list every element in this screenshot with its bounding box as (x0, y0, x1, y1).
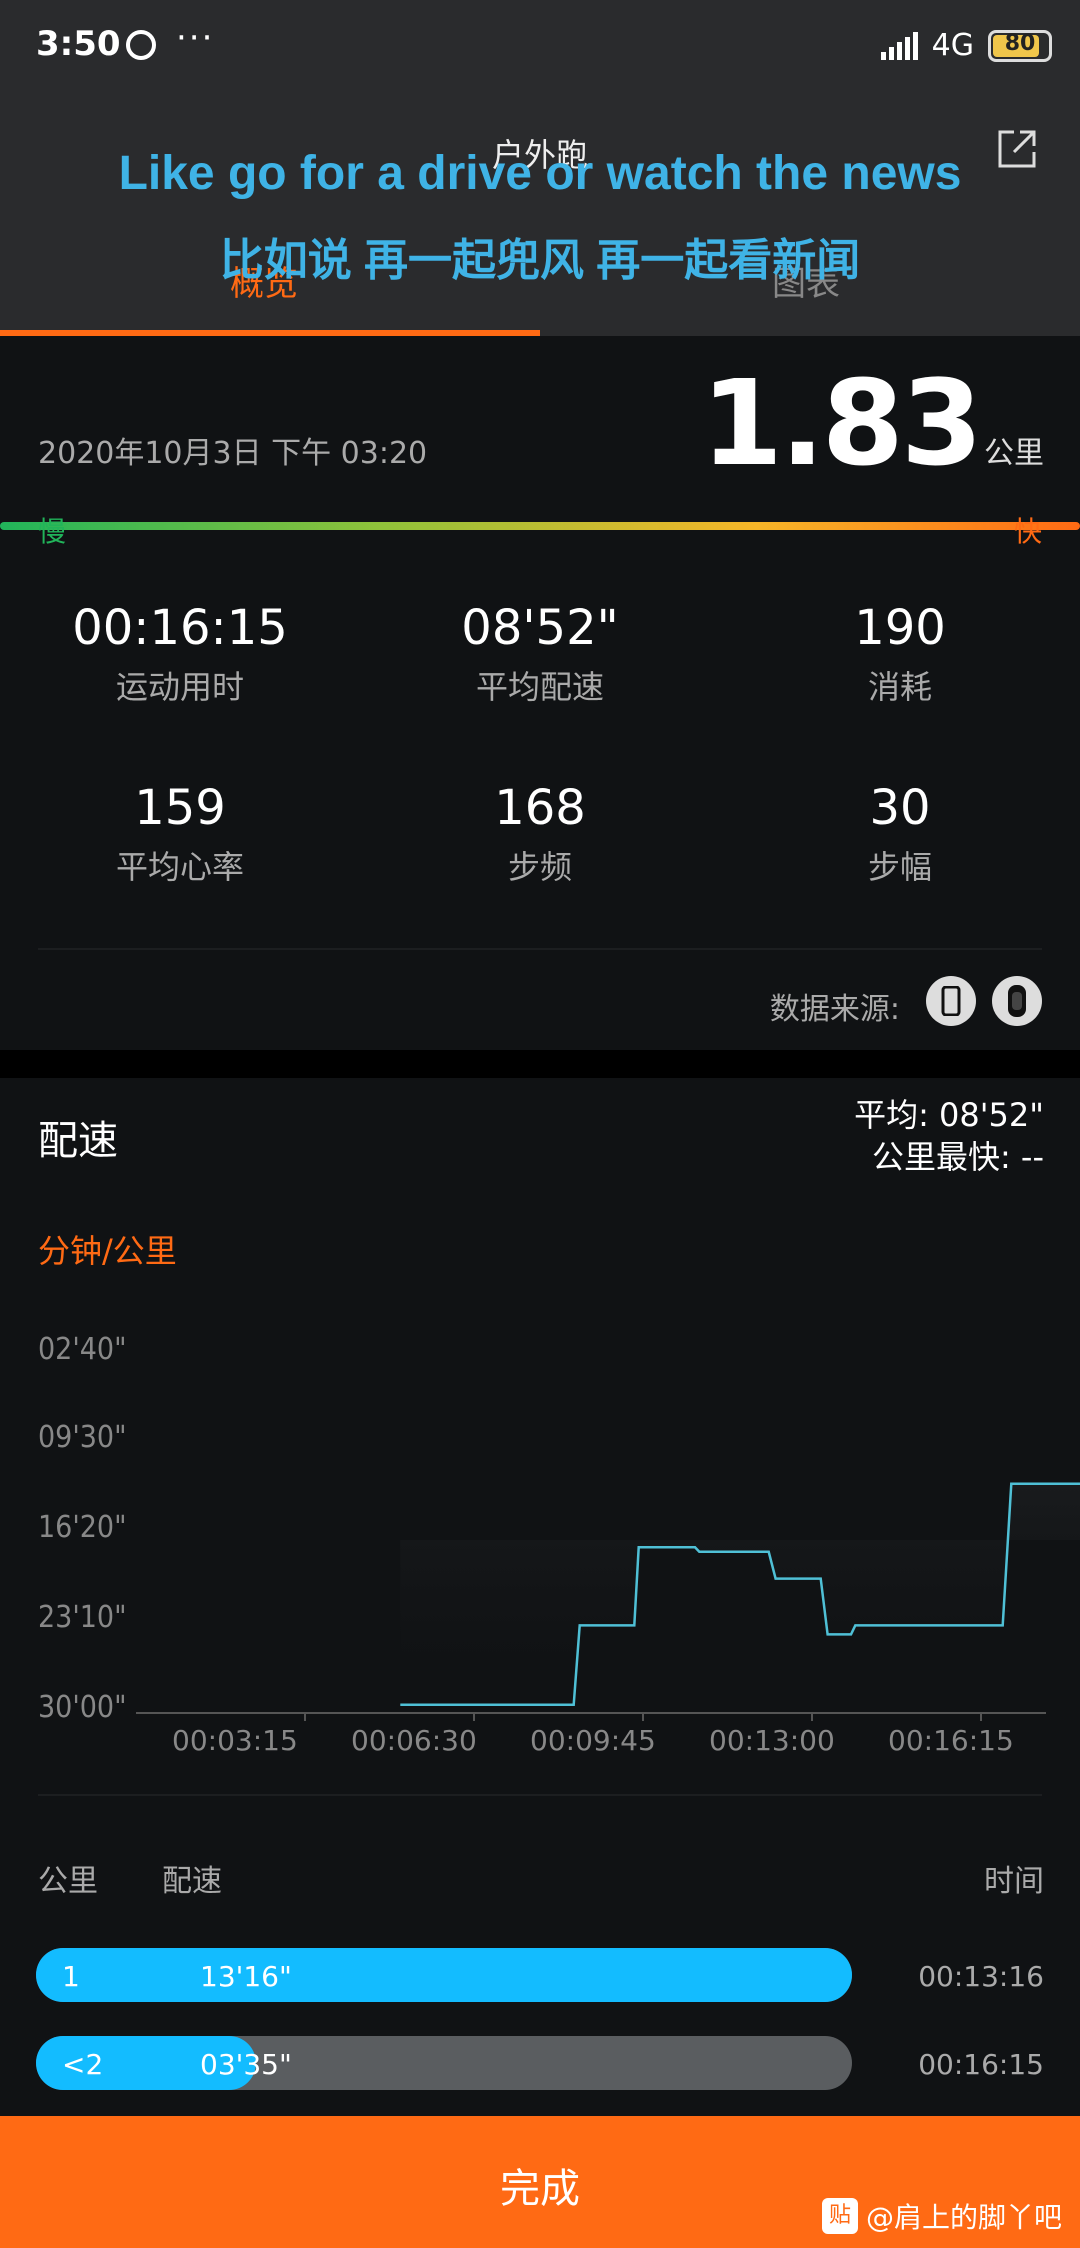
app-notification-icon (126, 30, 156, 60)
x-tick-label: 00:13:00 (709, 1724, 835, 1757)
watermark: 贴 @肩上的脚丫吧 (821, 2196, 1062, 2236)
lap-time: 00:16:15 (918, 2048, 1044, 2081)
stat-value: 159 (134, 780, 226, 836)
stat-value: 08'52" (461, 600, 619, 656)
stat-label: 平均心率 (115, 848, 244, 886)
stat-label: 步频 (507, 848, 572, 886)
workout-date: 2020年10月3日 下午 03:20 (38, 436, 428, 471)
pace-fastest: 公里最快: -- (871, 1138, 1044, 1176)
active-tab-indicator (0, 330, 540, 336)
battery-icon: 80 (988, 29, 1052, 62)
lap-header-time: 时间 (984, 1864, 1044, 1899)
lap-header-km: 公里 (38, 1864, 98, 1899)
lap-header-pace: 配速 (162, 1864, 222, 1899)
lap-bar (36, 2036, 852, 2090)
slow-label: 慢 (38, 515, 67, 548)
pace-average: 平均: 08'52" (854, 1096, 1044, 1134)
phone-icon[interactable] (926, 976, 976, 1026)
stat-stride: 30 步幅 (720, 780, 1080, 888)
stat-label: 平均配速 (475, 668, 604, 706)
lap-pace: 03'35" (200, 2048, 292, 2081)
divider (38, 1794, 1042, 1796)
stat-calories: 190 消耗 (720, 600, 1080, 708)
pace-chart (136, 1482, 1080, 1721)
pace-title: 配速 (38, 1118, 118, 1164)
video-subtitle-english: Like go for a drive or watch the news (118, 147, 962, 200)
stat-value: 168 (494, 780, 586, 836)
pace-unit: 分钟/公里 (38, 1232, 177, 1270)
band-icon[interactable] (992, 976, 1042, 1026)
stat-value: 00:16:15 (72, 600, 288, 656)
lap-km: <2 (62, 2048, 104, 2081)
watermark-text: @肩上的脚丫吧 (865, 2201, 1062, 2234)
stat-cadence: 168 步频 (360, 780, 720, 888)
stat-value: 190 (854, 600, 946, 656)
watermark-badge: 贴 (821, 2198, 858, 2234)
status-time: 3:50 (36, 24, 121, 64)
stat-avg-pace: 08'52" 平均配速 (360, 600, 720, 708)
lap-km: 1 (62, 1960, 80, 1993)
lap-pace: 13'16" (200, 1960, 292, 1993)
fast-label: 快 (1013, 515, 1042, 548)
lap-time: 00:13:16 (918, 1960, 1044, 1993)
speed-gradient-bar (0, 522, 1080, 530)
pace-summary: 平均: 08'52" 公里最快: -- (854, 1094, 1044, 1178)
divider (38, 948, 1042, 950)
signal-icon (880, 31, 918, 60)
status-right: 4G 80 (880, 28, 1052, 63)
status-more-icon: ··· (176, 18, 215, 58)
stat-value: 30 (869, 780, 931, 836)
network-type: 4G (931, 28, 974, 63)
lap-bar (36, 1948, 852, 2002)
x-tick-label: 00:09:45 (530, 1724, 656, 1757)
stat-duration: 00:16:15 运动用时 (0, 600, 360, 708)
distance-unit: 公里 (984, 436, 1044, 471)
stat-label: 步幅 (867, 848, 932, 886)
data-source-label: 数据来源: (769, 992, 900, 1027)
stat-heart-rate: 159 平均心率 (0, 780, 360, 888)
stat-label: 消耗 (867, 668, 932, 706)
distance-value: 1.83 (700, 354, 983, 492)
x-tick-label: 00:06:30 (351, 1724, 477, 1757)
x-tick-label: 00:16:15 (888, 1724, 1014, 1757)
x-tick-label: 00:03:15 (172, 1724, 298, 1757)
section-separator (0, 1050, 1080, 1078)
stat-label: 运动用时 (115, 668, 244, 706)
pace-area (400, 1483, 1080, 1705)
video-subtitle-chinese: 比如说 再一起兜风 再一起看新闻 (219, 236, 861, 285)
